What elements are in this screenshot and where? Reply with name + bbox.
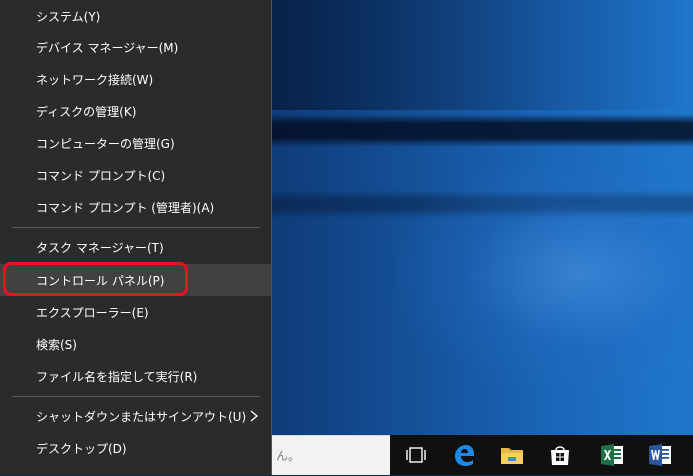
word-icon [649,444,671,466]
menu-item-command-prompt[interactable]: コマンド プロンプト(C) [0,159,271,191]
menu-item-file-explorer[interactable]: エクスプローラー(E) [0,296,271,328]
edge-icon [455,445,474,466]
taskbar: ん。 [272,435,693,475]
menu-item-shutdown-signout[interactable]: シャットダウンまたはサインアウト(U) [0,400,271,432]
file-explorer-button[interactable] [488,435,536,475]
file-explorer-icon [501,448,523,464]
wallpaper-glow [380,170,693,400]
menu-item-search[interactable]: 検索(S) [0,328,271,360]
excel-icon [601,444,623,466]
menu-separator [12,396,260,397]
menu-item-computer-management[interactable]: コンピューターの管理(G) [0,127,271,159]
task-view-button[interactable] [392,435,440,475]
menu-item-run[interactable]: ファイル名を指定して実行(R) [0,360,271,392]
edge-button[interactable] [440,435,488,475]
excel-button[interactable] [588,435,636,475]
chevron-right-icon [250,410,259,422]
store-icon [551,446,569,465]
task-view-icon [406,447,426,463]
menu-item-command-prompt-admin[interactable]: コマンド プロンプト (管理者)(A) [0,191,271,223]
menu-item-desktop[interactable]: デスクトップ(D) [0,432,271,464]
menu-item-device-manager[interactable]: デバイス マネージャー(M) [0,31,271,63]
menu-item-task-manager[interactable]: タスク マネージャー(T) [0,231,271,263]
menu-separator [12,227,260,228]
word-button[interactable] [636,435,684,475]
menu-item-control-panel[interactable]: コントロール パネル(P) [0,264,271,296]
wallpaper-shadow [272,0,693,110]
menu-item-system[interactable]: システム(Y) [0,0,271,32]
menu-item-disk-management[interactable]: ディスクの管理(K) [0,95,271,127]
menu-item-label: シャットダウンまたはサインアウト(U) [36,409,247,424]
store-button[interactable] [536,435,584,475]
menu-item-network-connections[interactable]: ネットワーク接続(W) [0,63,271,95]
search-box[interactable]: ん。 [272,435,390,475]
winx-context-menu: システム(Y) デバイス マネージャー(M) ネットワーク接続(W) ディスクの… [0,0,272,475]
